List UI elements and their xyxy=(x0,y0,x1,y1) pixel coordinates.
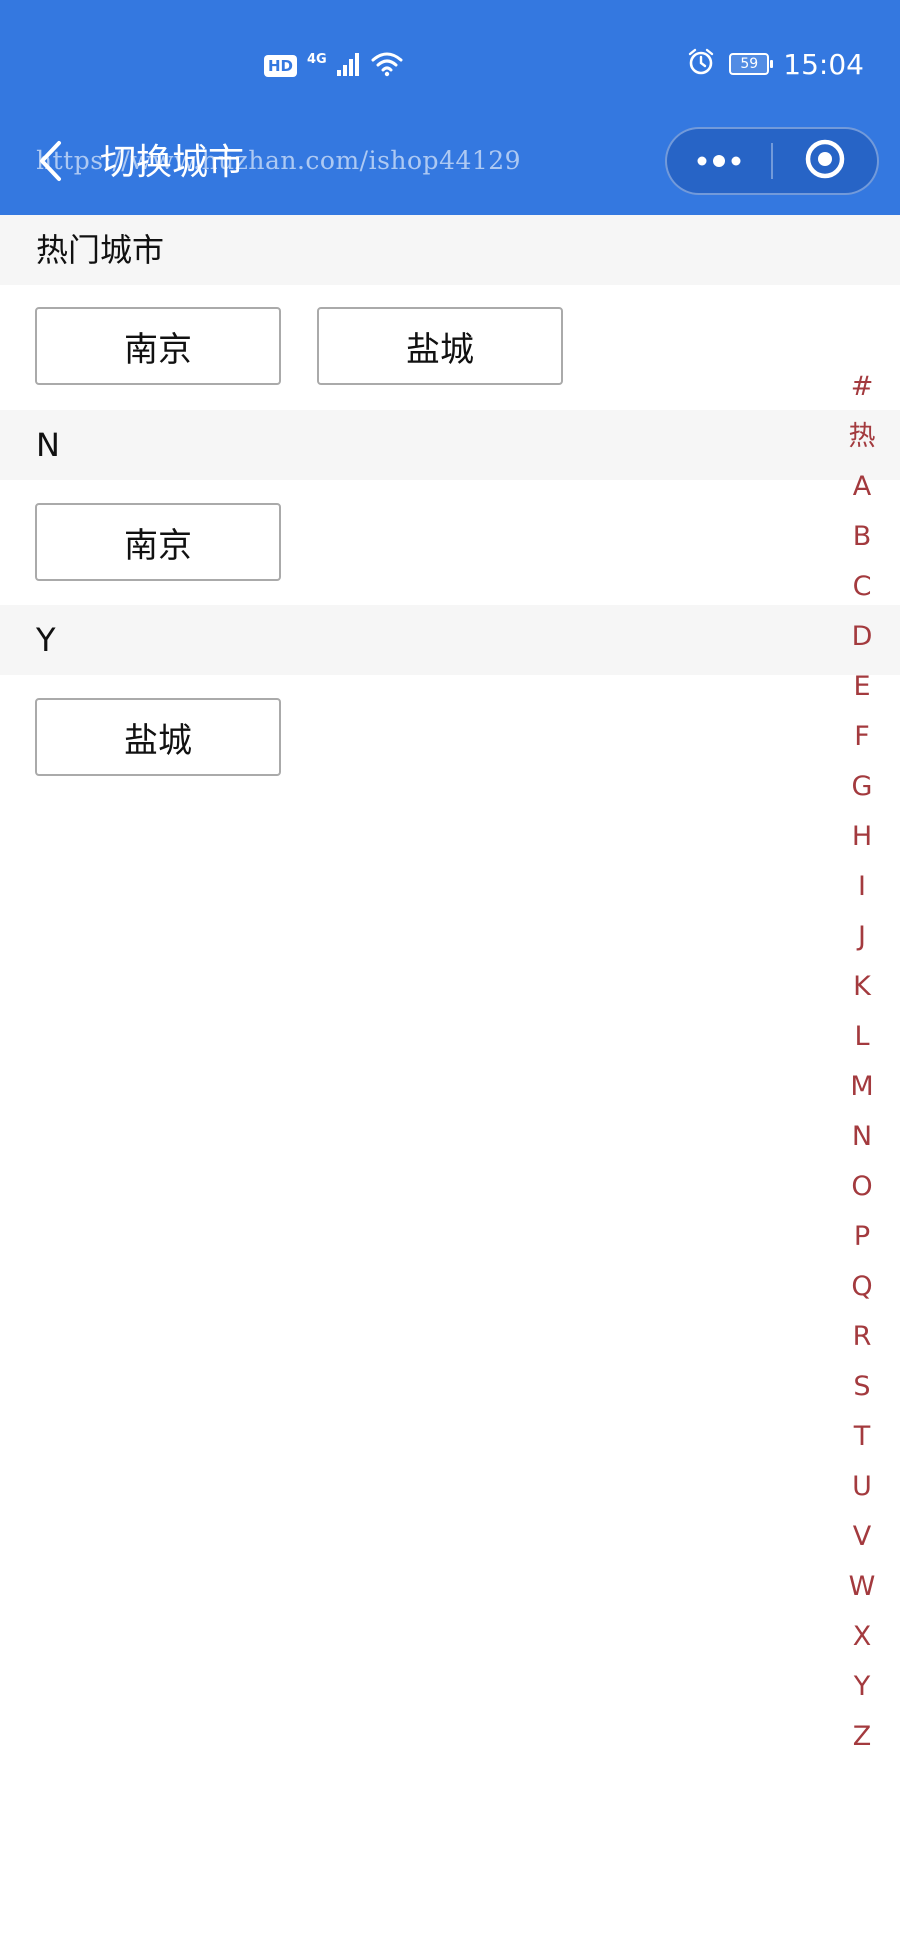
index-letter[interactable]: # xyxy=(842,362,882,412)
section-header-y: Y xyxy=(0,605,900,675)
more-dots-icon xyxy=(696,152,742,171)
hot-city-button-nanjing[interactable]: 南京 xyxy=(35,307,281,385)
city-button-yancheng[interactable]: 盐城 xyxy=(35,698,281,776)
index-letter[interactable]: G xyxy=(842,762,882,812)
index-letter[interactable]: Y xyxy=(842,1662,882,1712)
more-button[interactable] xyxy=(667,129,771,193)
index-letter[interactable]: O xyxy=(842,1162,882,1212)
index-letter[interactable]: L xyxy=(842,1012,882,1062)
target-circle-icon xyxy=(804,138,846,184)
index-letter[interactable]: Q xyxy=(842,1262,882,1312)
index-letter[interactable]: V xyxy=(842,1512,882,1562)
index-letter[interactable]: 热 xyxy=(842,412,882,462)
signal-icon xyxy=(336,52,361,80)
network-type-label: 4G xyxy=(307,51,327,67)
watermark-text: https://www.huzhan.com/ishop44129 xyxy=(36,146,522,175)
index-letter[interactable]: F xyxy=(842,712,882,762)
index-letter[interactable]: H xyxy=(842,812,882,862)
index-letter[interactable]: P xyxy=(842,1212,882,1262)
index-letter[interactable]: N xyxy=(842,1112,882,1162)
mini-program-capsule xyxy=(665,127,879,195)
battery-indicator: 59 xyxy=(729,53,774,75)
index-letter[interactable]: Z xyxy=(842,1712,882,1762)
index-letter[interactable]: B xyxy=(842,512,882,562)
status-bar-right: 59 15:04 xyxy=(687,44,864,84)
status-time: 15:04 xyxy=(783,47,864,81)
index-letter[interactable]: R xyxy=(842,1312,882,1362)
alphabet-index-bar[interactable]: # 热 A B C D E F G H I J K L M N O P Q R S T U V W X Y Z xyxy=(842,362,882,1762)
top-bar: HD 4G 59 15:04 切换城市 https://www.huzhan.c… xyxy=(0,0,900,215)
hot-city-button-yancheng[interactable]: 盐城 xyxy=(317,307,563,385)
alarm-icon xyxy=(687,48,715,80)
index-letter[interactable]: A xyxy=(842,462,882,512)
index-letter[interactable]: I xyxy=(842,862,882,912)
section-header-hot: 热门城市 xyxy=(0,215,900,285)
index-letter[interactable]: E xyxy=(842,662,882,712)
index-letter[interactable]: S xyxy=(842,1362,882,1412)
city-button-nanjing[interactable]: 南京 xyxy=(35,503,281,581)
hd-badge: HD xyxy=(264,55,298,77)
index-letter[interactable]: K xyxy=(842,962,882,1012)
index-letter[interactable]: X xyxy=(842,1612,882,1662)
status-bar-left: HD 4G xyxy=(264,48,403,84)
section-header-n: N xyxy=(0,410,900,480)
index-letter[interactable]: M xyxy=(842,1062,882,1112)
index-letter[interactable]: W xyxy=(842,1562,882,1612)
index-letter[interactable]: C xyxy=(842,562,882,612)
wifi-icon xyxy=(371,51,403,81)
index-letter[interactable]: T xyxy=(842,1412,882,1462)
close-button[interactable] xyxy=(773,129,877,193)
index-letter[interactable]: U xyxy=(842,1462,882,1512)
index-letter[interactable]: D xyxy=(842,612,882,662)
index-letter[interactable]: J xyxy=(842,912,882,962)
